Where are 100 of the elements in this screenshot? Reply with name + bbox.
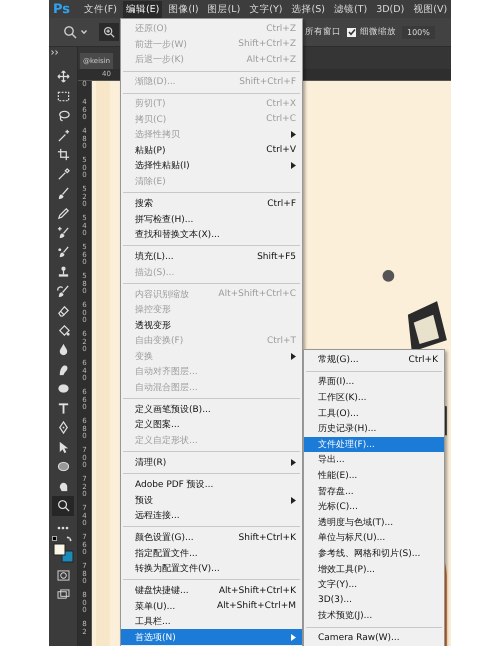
shortcut-label: Ctrl+C [266, 114, 296, 124]
zoom-in-icon [103, 26, 115, 38]
color-swatches-icon[interactable] [52, 536, 74, 564]
menu-bar-item[interactable]: 文字(Y) [246, 0, 286, 18]
menu-item[interactable]: 清理(R) [121, 454, 302, 470]
menu-item[interactable]: 界面(I)... [304, 374, 444, 390]
menu-bar-item[interactable]: 图层(L) [204, 0, 244, 18]
pencil-icon [56, 206, 70, 220]
shortcut-label: Ctrl+Z [266, 24, 296, 34]
eraser-icon [56, 304, 70, 318]
menu-item[interactable]: 单位与标尺(U)... [304, 530, 444, 546]
menu-item[interactable]: 查找和替换文本(X)... [121, 226, 302, 242]
submenu-arrow-icon [291, 634, 296, 641]
history-brush-icon [56, 284, 70, 298]
shortcut-label: Ctrl+V [266, 145, 296, 156]
menu-item[interactable]: 拼写检查(H)... [121, 211, 302, 227]
menu-item[interactable]: Camera Raw(W)... [304, 630, 444, 646]
more-icon[interactable] [57, 526, 69, 530]
screen-mode-icon[interactable] [56, 588, 70, 600]
menu-bar-item[interactable]: 视图(V) [410, 0, 450, 18]
menu-item[interactable]: 定义图案... [121, 417, 302, 433]
submenu-arrow-icon [291, 458, 296, 466]
type-icon [56, 402, 70, 415]
zoom-icon[interactable] [63, 25, 77, 39]
submenu-arrow-icon [291, 352, 296, 360]
shortcut-label: Alt+Shift+Ctrl+M [216, 601, 296, 612]
collapse-icon[interactable] [51, 50, 59, 55]
menu-item[interactable]: 性能(E)... [304, 468, 444, 484]
sponge-icon [56, 382, 70, 396]
zoom-in-button[interactable] [99, 23, 119, 41]
shortcut-label: Ctrl+F [267, 198, 296, 209]
move-icon [56, 70, 70, 84]
quick-mask-icon[interactable] [56, 570, 70, 580]
menu-item[interactable]: 定义画笔预设(B)... [121, 402, 302, 418]
menu-item[interactable]: 预设 [121, 492, 302, 508]
shortcut-label: Ctrl+X [266, 98, 296, 109]
crop-icon [56, 148, 70, 162]
stamp-icon [56, 265, 70, 278]
mixer-brush-icon [56, 246, 70, 259]
menu-item[interactable]: 文件处理(F)... [304, 436, 444, 452]
marquee-icon [56, 90, 70, 103]
resize-windows-label: 所有窗口 [305, 26, 341, 38]
tool-button[interactable] [52, 496, 74, 516]
checkbox[interactable] [347, 28, 356, 36]
menu-item[interactable]: 参考线、网格和切片(S)... [304, 546, 444, 562]
shortcut-label: Alt+Shift+Ctrl+K [218, 586, 296, 596]
menu-item[interactable]: 键盘快捷键... Alt+Shift+Ctrl+K [121, 582, 302, 598]
shortcut-label: Ctrl+T [266, 336, 296, 346]
menu-bar-item[interactable]: 编辑(E) [122, 0, 162, 18]
menu-item[interactable]: 导出... [304, 452, 444, 468]
menu-item[interactable]: 转换为配置文件(V)... [121, 560, 302, 576]
menu-item[interactable]: 工具(O)... [304, 405, 444, 421]
brush-icon [56, 187, 70, 200]
paint-bucket-icon [56, 324, 70, 337]
menu-item[interactable]: 颜色设置(G)... Shift+Ctrl+K [121, 530, 302, 546]
menu-item[interactable]: 文字(Y)... [304, 576, 444, 592]
shortcut-label: Shift+F5 [257, 252, 296, 262]
menu-item[interactable]: 历史记录(H)... [304, 420, 444, 437]
shortcut-label: Ctrl+K [408, 354, 438, 365]
shortcut-label: Shift+Ctrl+F [239, 76, 296, 87]
menu-item[interactable]: Adobe PDF 预设... [121, 476, 302, 492]
menu-item[interactable]: 指定配置文件... [121, 545, 302, 561]
shortcut-label: Alt+Shift+Ctrl+C [218, 289, 296, 300]
ellipse-icon [56, 460, 70, 474]
magic-wand-icon [56, 128, 70, 142]
menu-item[interactable]: 暂存盘... [304, 483, 444, 499]
shortcut-label: Shift+Ctrl+Z [238, 39, 296, 50]
menu-bar-item[interactable]: 3D(D) [373, 2, 408, 16]
menu-bar-item[interactable]: 选择(S) [288, 0, 328, 18]
menu-item[interactable]: 菜单(U)... Alt+Shift+Ctrl+M [121, 598, 302, 614]
menu-bar-item[interactable]: 滤镜(T) [330, 0, 370, 18]
menu-item[interactable]: 技术预览(J)... [304, 608, 444, 624]
menu-item[interactable]: 透明度与色域(T)... [304, 514, 444, 530]
menu-item[interactable]: 透视变形 [121, 317, 302, 333]
submenu-arrow-icon [291, 496, 296, 504]
menu-item[interactable]: 首选项(N) [121, 629, 302, 645]
lasso-icon [56, 109, 70, 122]
menu-bar-item[interactable]: 文件(F) [81, 0, 120, 18]
menu-item[interactable]: 粘贴(P) Ctrl+V [121, 142, 302, 158]
submenu-arrow-icon [291, 131, 296, 138]
menu-item[interactable]: 填充(L)... Shift+F5 [121, 248, 302, 264]
menu-item[interactable]: 选择性粘贴(I) [121, 158, 302, 174]
zoom-field[interactable]: 100% [402, 26, 435, 38]
menu-item[interactable]: 远程连接... [121, 508, 302, 524]
shortcut-label: Shift+Ctrl+K [238, 532, 296, 543]
eyedropper-icon [56, 168, 70, 181]
pen-icon [56, 421, 70, 434]
caret-icon[interactable] [81, 30, 87, 34]
submenu-arrow-icon [291, 162, 296, 170]
menu-item[interactable]: 工作区(K)... [304, 390, 444, 406]
healing-brush-icon [56, 226, 70, 240]
menu-item[interactable]: 光标(C)... [304, 498, 444, 515]
menu-item[interactable]: 搜索 Ctrl+F [121, 196, 302, 212]
menu-item[interactable]: 增效工具(P)... [304, 561, 444, 577]
app-logo: Ps [53, 2, 70, 16]
menu-item[interactable]: 3D(3)... [304, 592, 444, 608]
checkbox-label: 细微缩放 [360, 26, 396, 38]
menu-bar-item[interactable]: 图像(I) [165, 0, 202, 18]
menu-item[interactable]: 常规(G)... Ctrl+K [304, 352, 444, 368]
menu-item[interactable]: 工具栏... [121, 614, 302, 630]
